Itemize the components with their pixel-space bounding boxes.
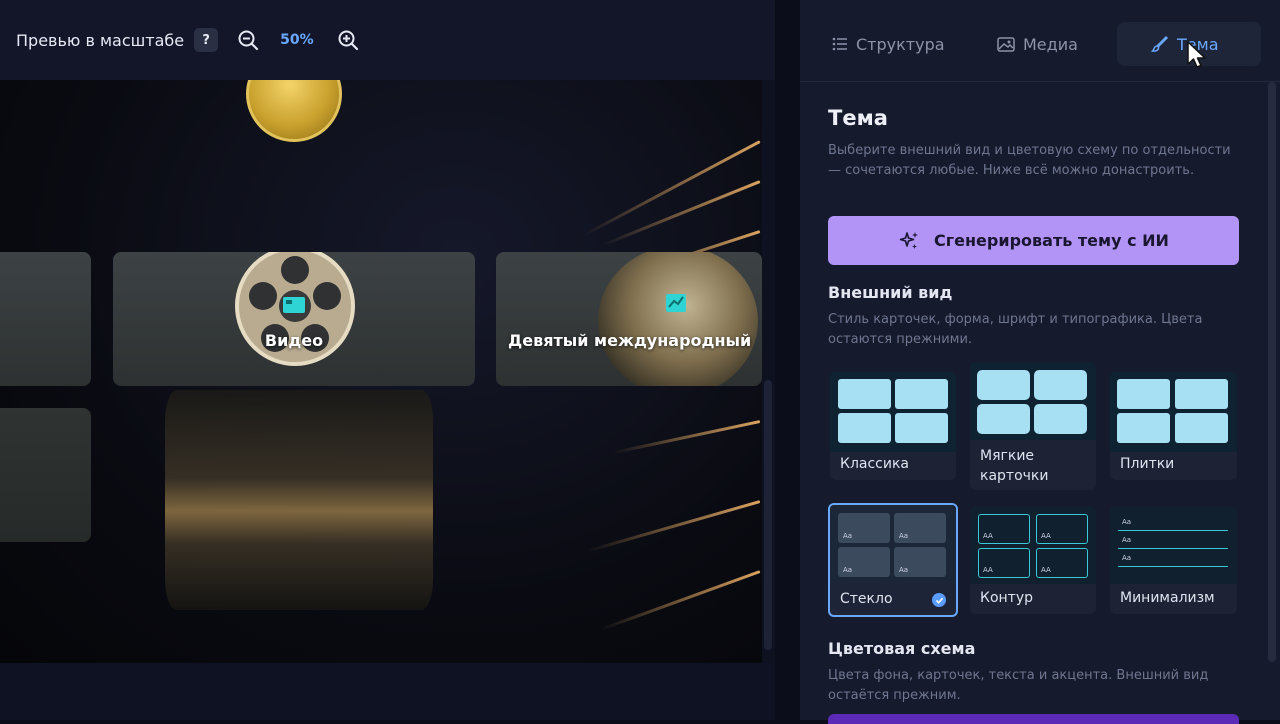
panel-scrollbar[interactable] — [1268, 82, 1276, 662]
style-preview — [970, 362, 1096, 440]
style-label: Мягкие карточки — [980, 448, 1049, 484]
chart-icon — [666, 294, 686, 312]
gold-medal-image — [246, 80, 342, 142]
tab-label: Структура — [856, 34, 945, 54]
panel-tabs: Структура Медиа Тема — [800, 0, 1280, 82]
mouse-cursor-icon — [1187, 41, 1206, 68]
generate-theme-ai-button[interactable]: Сгенерировать тему с ИИ — [828, 216, 1239, 265]
selected-check-icon — [932, 593, 946, 607]
color-scheme-option[interactable] — [828, 714, 1239, 724]
style-preview: AA AA AA AA — [970, 506, 1096, 584]
ai-button-label: Сгенерировать тему с ИИ — [934, 231, 1169, 250]
zoom-in-button[interactable] — [336, 28, 360, 52]
style-label: Классика — [840, 456, 909, 472]
film-reel-image — [235, 252, 355, 366]
panel-divider — [775, 0, 800, 720]
section-title: Тема — [828, 106, 888, 130]
pedestal-image — [165, 390, 433, 610]
appearance-description: Стиль карточек, форма, шрифт и типографи… — [828, 312, 1203, 347]
style-label: Стекло — [840, 591, 893, 607]
style-option-classic[interactable]: Классика — [830, 372, 956, 480]
zoom-value: 50% — [280, 32, 314, 48]
preview-card-video[interactable]: Видео — [113, 252, 475, 386]
preview-scroll-thumb[interactable] — [764, 380, 772, 650]
sparkles-icon — [899, 231, 919, 249]
preview-area: Видео Девятый международный Превью в мас… — [0, 0, 775, 720]
style-preview — [1110, 372, 1237, 452]
style-preview: Aa Aa Aa — [1110, 506, 1237, 584]
zoom-out-button[interactable] — [236, 28, 260, 52]
color-scheme-description: Цвета фона, карточек, текста и акцента. … — [828, 668, 1209, 703]
color-scheme-title: Цветовая схема — [828, 639, 976, 658]
settings-panel: Структура Медиа Тема Тема Выберите внешн… — [800, 0, 1280, 724]
card-title: Девятый международный — [508, 331, 752, 350]
style-preview: Aa Aa Aa Aa — [830, 505, 956, 583]
tab-media[interactable]: Медиа — [983, 22, 1092, 66]
light-ray — [599, 570, 761, 632]
appearance-title: Внешний вид — [828, 283, 953, 302]
style-label: Контур — [980, 590, 1033, 606]
style-preview — [830, 372, 956, 452]
preview-card[interactable] — [0, 408, 91, 542]
light-ray — [612, 420, 761, 455]
style-label: Минимализм — [1120, 590, 1215, 606]
light-ray — [586, 500, 761, 553]
card-title: Видео — [264, 331, 324, 350]
zoom-in-icon — [338, 30, 358, 51]
style-label: Плитки — [1120, 456, 1175, 472]
style-option-tiles[interactable]: Плитки — [1110, 372, 1237, 480]
section-description: Выберите внешний вид и цветовую схему по… — [828, 143, 1231, 178]
tab-label: Медиа — [1023, 34, 1078, 54]
zoom-out-icon — [238, 30, 259, 51]
tab-structure[interactable]: Структура — [818, 22, 959, 66]
brush-icon — [1151, 35, 1169, 52]
light-ray — [582, 140, 761, 237]
preview-canvas[interactable]: Видео Девятый международный — [0, 80, 762, 663]
style-option-glass[interactable]: Aa Aa Aa Aa Стекло — [828, 503, 958, 617]
preview-footer — [0, 663, 775, 720]
image-icon — [997, 36, 1015, 52]
help-button[interactable]: ? — [194, 28, 219, 52]
style-option-soft-cards[interactable]: Мягкие карточки — [970, 362, 1096, 490]
zoom-label: Превью в масштабе — [16, 30, 185, 50]
style-option-outline[interactable]: AA AA AA AA Контур — [970, 506, 1096, 614]
list-icon — [832, 37, 847, 51]
style-option-minimalism[interactable]: Aa Aa Aa Минимализм — [1110, 506, 1237, 614]
preview-card[interactable] — [0, 252, 91, 386]
video-icon — [283, 297, 305, 313]
preview-card-international[interactable]: Девятый международный — [496, 252, 762, 386]
preview-toolbar: Превью в масштабе ? 50% — [0, 0, 775, 80]
globe-image — [598, 252, 758, 386]
